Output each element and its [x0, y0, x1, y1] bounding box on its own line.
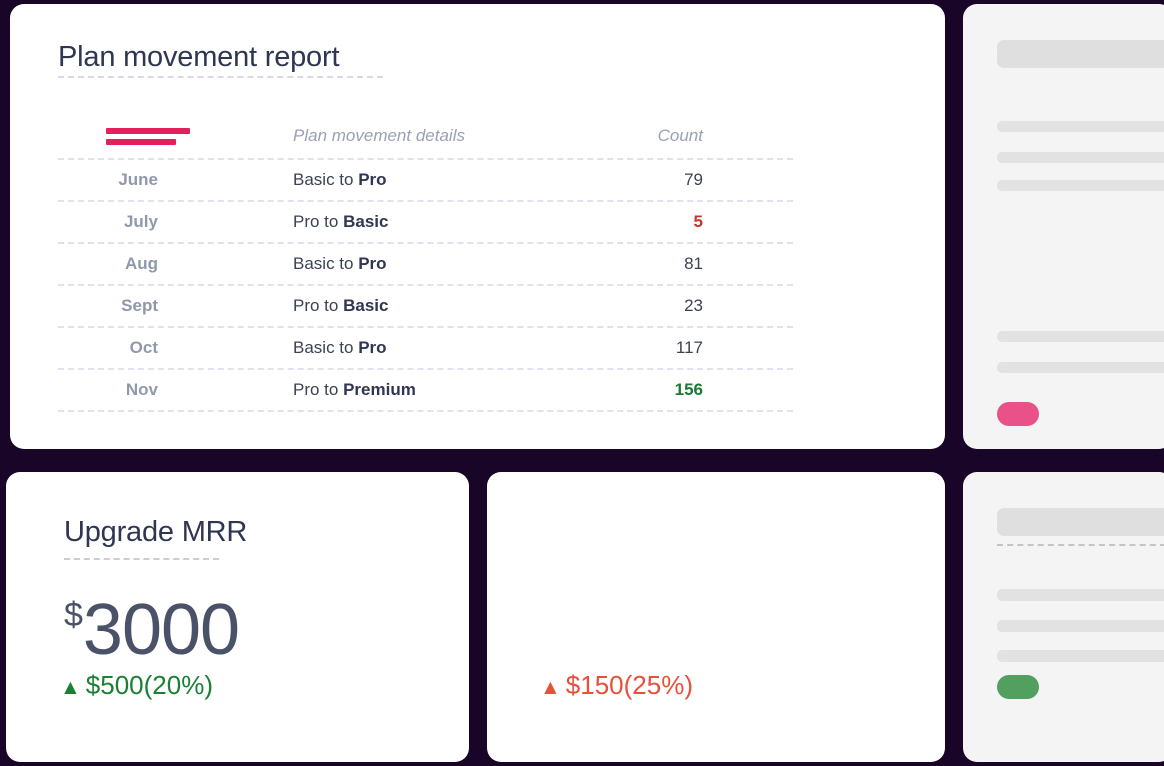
- row-plan-movement: Pro to Premium: [158, 380, 643, 400]
- row-plan-movement: Basic to Pro: [158, 254, 643, 274]
- skeleton-bar-line-2: [997, 152, 1164, 163]
- accent-bars-icon: [58, 127, 190, 145]
- row-plan-to: Basic: [343, 296, 389, 315]
- row-plan-to: Premium: [343, 380, 416, 399]
- row-count: 81: [684, 254, 703, 273]
- skeleton-divider: [997, 544, 1164, 546]
- plan-movement-report-card: Plan movement report Plan movement detai…: [10, 4, 945, 449]
- row-month: Oct: [129, 338, 158, 357]
- row-count: 79: [684, 170, 703, 189]
- skeleton-bar-title: [997, 40, 1164, 68]
- upgrade-currency-symbol: $: [64, 596, 83, 634]
- table-row[interactable]: Oct Basic to Pro 117: [58, 328, 793, 368]
- row-count: 117: [675, 338, 703, 357]
- upgrade-mrr-title: Upgrade MRR: [64, 516, 248, 548]
- row-count: 5: [693, 212, 703, 231]
- table-header-row: Plan movement details Count: [58, 114, 793, 158]
- skeleton-bar-line-5: [997, 362, 1164, 373]
- title-divider: [58, 76, 383, 78]
- upgrade-amount: 3000: [82, 590, 240, 670]
- upgrade-delta: ▲ $500(20%): [60, 670, 213, 701]
- triangle-up-icon: ▲: [60, 676, 81, 699]
- table-row[interactable]: June Basic to Pro 79: [58, 160, 793, 200]
- upgrade-mrr-card: Upgrade MRR $3000: [6, 472, 469, 762]
- table-row[interactable]: Nov Pro to Premium 156: [58, 370, 793, 410]
- row-plan-from: Basic to: [293, 170, 359, 189]
- column-header-count: Count: [657, 126, 703, 145]
- table-row[interactable]: July Pro to Basic 5: [58, 202, 793, 242]
- row-plan-from: Pro to: [293, 380, 344, 399]
- skeleton-bar-line-4: [997, 331, 1164, 342]
- skeleton-bar-line-3: [997, 180, 1164, 191]
- downgrade-mrr-card: Downgrade MRR $750: [487, 472, 1164, 762]
- skeleton-bar-line-3: [997, 650, 1164, 662]
- row-plan-movement: Pro to Basic: [158, 296, 643, 316]
- upgrade-delta-text: $500(20%): [85, 670, 213, 700]
- row-plan-movement: Basic to Pro: [158, 338, 643, 358]
- skeleton-bar-title: [997, 508, 1164, 536]
- row-plan-from: Pro to: [293, 212, 344, 231]
- column-header-details: Plan movement details: [293, 126, 465, 145]
- skeleton-bar-line-2: [997, 620, 1164, 632]
- row-month: June: [118, 170, 158, 189]
- page-title: Plan movement report: [58, 41, 340, 73]
- downgrade-delta-text: $150(25%): [565, 670, 693, 700]
- upgrade-mrr-value: $3000: [64, 594, 240, 666]
- row-plan-movement: Basic to Pro: [158, 170, 643, 190]
- skeleton-bar-line-1: [997, 121, 1164, 132]
- row-plan-movement: Pro to Basic: [158, 212, 643, 232]
- skeleton-pill-pink: [997, 402, 1039, 426]
- triangle-up-icon: ▲: [540, 676, 561, 699]
- row-plan-to: Pro: [358, 170, 387, 189]
- row-month: Aug: [124, 254, 158, 273]
- row-plan-to: Basic: [343, 212, 389, 231]
- skeleton-pill-green: [997, 675, 1039, 699]
- row-month: July: [123, 212, 158, 231]
- row-divider: [58, 410, 793, 412]
- row-plan-from: Basic to: [293, 338, 359, 357]
- row-month: Sept: [121, 296, 158, 315]
- row-plan-to: Pro: [358, 254, 387, 273]
- skeleton-bar-line-1: [997, 589, 1164, 601]
- row-plan-to: Pro: [358, 338, 387, 357]
- row-plan-from: Basic to: [293, 254, 359, 273]
- table-row[interactable]: Aug Basic to Pro 81: [58, 244, 793, 284]
- skeleton-panel-top: [963, 4, 1164, 449]
- upgrade-title-divider: [64, 558, 219, 560]
- row-count: 23: [684, 296, 703, 315]
- row-count: 156: [674, 380, 703, 399]
- row-month: Nov: [125, 380, 158, 399]
- skeleton-panel-bottom: [963, 472, 1164, 762]
- row-plan-from: Pro to: [293, 296, 344, 315]
- plan-movement-table: Plan movement details Count June Basic to…: [58, 114, 793, 412]
- downgrade-delta: ▲ $150(25%): [540, 670, 693, 701]
- table-row[interactable]: Sept Pro to Basic 23: [58, 286, 793, 326]
